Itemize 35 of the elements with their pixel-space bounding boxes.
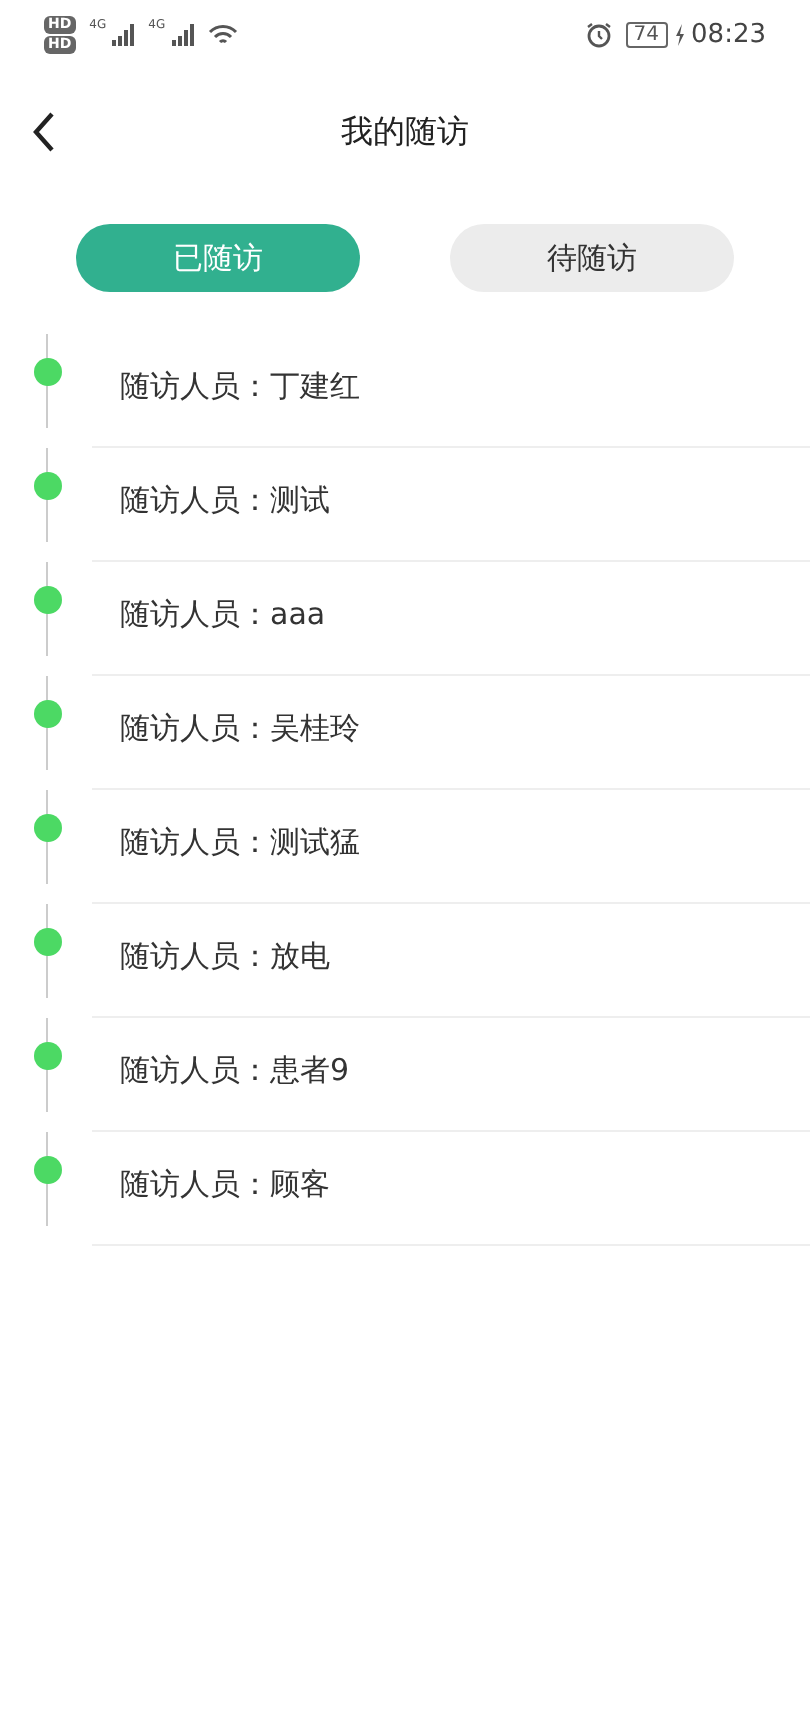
visit-text: 随访人员：丁建红: [120, 367, 360, 405]
visit-item[interactable]: 随访人员：患者9: [92, 1018, 810, 1132]
visit-item[interactable]: 随访人员：测试猛: [92, 790, 810, 904]
timeline-dot: [34, 700, 62, 728]
timeline-dot: [34, 586, 62, 614]
visit-item[interactable]: 随访人员：aaa: [92, 562, 810, 676]
charging-icon: [673, 23, 686, 45]
status-time: 08:23: [691, 19, 766, 49]
back-icon: [32, 112, 56, 152]
tab[interactable]: 待随访: [450, 224, 734, 292]
visit-text: 随访人员：测试猛: [120, 823, 360, 861]
visit-item[interactable]: 随访人员：顾客: [92, 1132, 810, 1246]
signal-icon: [112, 23, 137, 45]
visit-text: 随访人员：吴桂玲: [120, 709, 360, 747]
signal-icon: [171, 23, 196, 45]
visit-text: 随访人员：患者9: [120, 1051, 350, 1089]
timeline-dot: [34, 928, 62, 956]
visit-text: 随访人员：放电: [120, 937, 330, 975]
back-button[interactable]: [28, 108, 60, 156]
page-title: 我的随访: [341, 111, 469, 153]
wifi-icon: [207, 23, 238, 45]
visit-text: 随访人员：测试: [120, 481, 330, 519]
alarm-icon: [585, 21, 612, 47]
timeline-dot: [34, 472, 62, 500]
battery-level: 74: [625, 21, 668, 47]
visit-item[interactable]: 随访人员：吴桂玲: [92, 676, 810, 790]
visit-text: 随访人员：aaa: [120, 595, 326, 633]
timeline-dot: [34, 1156, 62, 1184]
timeline-dot: [34, 358, 62, 386]
visit-text: 随访人员：顾客: [120, 1165, 330, 1203]
visit-item[interactable]: 随访人员：测试: [92, 448, 810, 562]
timeline-dot: [34, 814, 62, 842]
timeline-dot: [34, 1042, 62, 1070]
visit-item[interactable]: 随访人员：放电: [92, 904, 810, 1018]
visit-item[interactable]: 随访人员：丁建红: [92, 334, 810, 448]
